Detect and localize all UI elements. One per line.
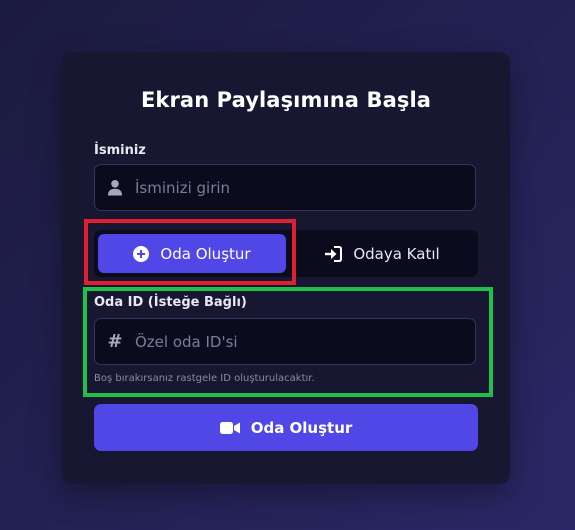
hashtag-icon: # [107, 331, 123, 352]
tab-join-room-label: Odaya Katıl [353, 244, 440, 263]
tab-create-room[interactable]: Oda Oluştur [98, 234, 286, 273]
name-input-wrapper [94, 164, 476, 211]
plus-circle-icon [133, 245, 150, 262]
create-room-button-label: Oda Oluştur [250, 418, 353, 437]
name-label: İsminiz [94, 143, 146, 158]
create-room-button[interactable]: Oda Oluştur [94, 404, 478, 451]
mode-tabs: Oda Oluştur Odaya Katıl [94, 230, 478, 277]
name-input[interactable] [135, 165, 465, 210]
room-id-input[interactable] [135, 319, 465, 364]
user-icon [105, 165, 125, 210]
screen-share-card: Ekran Paylaşımına Başla İsminiz Oda Oluş… [62, 52, 510, 484]
room-id-label: Oda ID (İsteğe Bağlı) [94, 295, 247, 310]
room-id-input-wrapper: # [94, 318, 476, 365]
room-id-hint: Boş bırakırsanız rastgele ID oluşturulac… [94, 373, 315, 384]
page: { "card": { "title": "Ekran Paylaşımına … [0, 0, 575, 530]
card-title: Ekran Paylaşımına Başla [140, 88, 432, 112]
video-camera-icon [219, 421, 240, 435]
sign-in-icon [324, 245, 343, 262]
tab-join-room[interactable]: Odaya Katıl [290, 234, 474, 273]
tab-create-room-label: Oda Oluştur [160, 244, 251, 263]
